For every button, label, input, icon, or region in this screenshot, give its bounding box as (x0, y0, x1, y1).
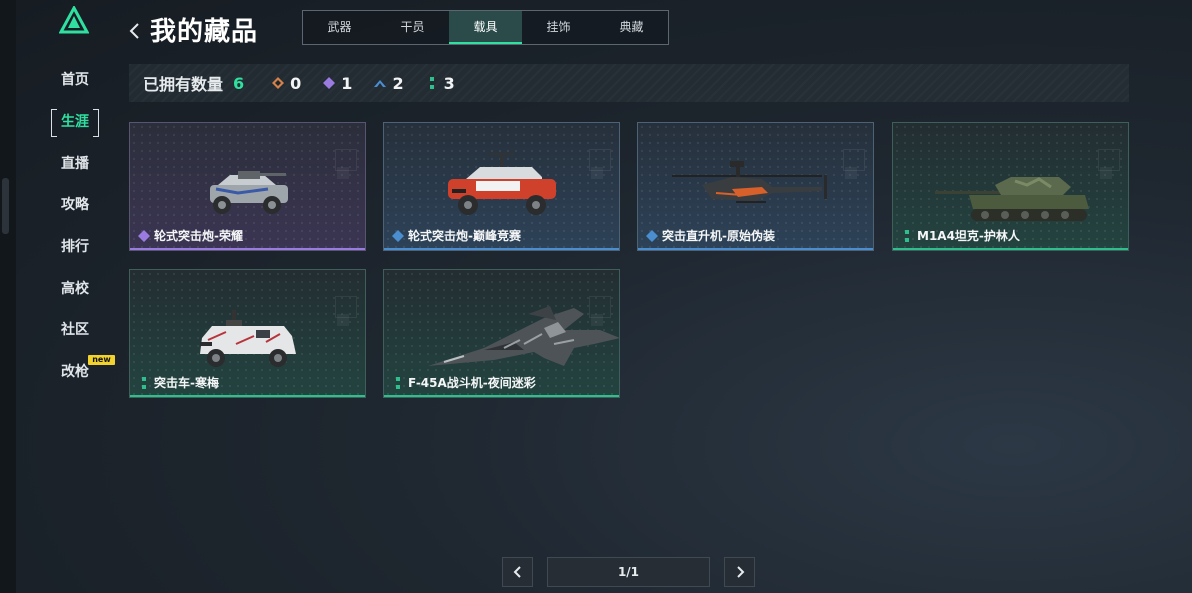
new-badge: new (88, 355, 115, 365)
prev-page-button[interactable] (502, 557, 533, 587)
edge-handle[interactable] (2, 178, 9, 234)
rarity-count: 3 (443, 73, 455, 93)
purple-diamond-icon (138, 230, 150, 242)
chevron-left-icon (513, 566, 521, 578)
sidebar-item-campus[interactable]: 高校 (52, 277, 98, 301)
rarity-count: 0 (290, 73, 302, 93)
tab-vehicles[interactable]: 载具 (449, 11, 522, 44)
armored-car-image (200, 310, 296, 367)
sidebar-item-guides[interactable]: 攻略 (52, 193, 98, 217)
tab-collection[interactable]: 典藏 (595, 11, 668, 44)
rarity-orange-count: 0 (272, 74, 301, 93)
tab-weapons[interactable]: 武器 (303, 11, 376, 44)
page-title: 我的藏品 (150, 17, 259, 47)
fighter-jet-image (428, 306, 619, 366)
tank-image (935, 177, 1089, 221)
owned-label: 已拥有数量 (143, 75, 224, 94)
vehicle-card[interactable]: M1A4坦克-护林人 (892, 122, 1129, 251)
purple-diamond-icon (323, 77, 336, 89)
vehicle-name: 轮式突击炮-荣耀 (154, 229, 243, 243)
blue-diamond-icon (392, 230, 404, 242)
sidebar-item-career[interactable]: 生涯 (51, 109, 99, 137)
vehicle-card[interactable]: 轮式突击炮-巅峰竞赛 (383, 122, 620, 251)
blue-chevron-icon (374, 80, 387, 87)
tab-operators[interactable]: 干员 (376, 11, 449, 44)
vehicle-card[interactable]: F-45A战斗机-夜间迷彩 (383, 269, 620, 398)
rarity-count: 1 (341, 73, 353, 93)
back-chevron-icon[interactable] (128, 20, 142, 42)
teal-dots-icon (429, 77, 434, 89)
wheeled-assault-gun-image (210, 171, 288, 214)
app-logo-icon[interactable] (59, 6, 89, 34)
teal-dots-icon (396, 377, 400, 389)
vehicle-name: F-45A战斗机-夜间迷彩 (408, 376, 536, 390)
wheeled-assault-gun-image (448, 153, 556, 215)
teal-dots-icon (142, 377, 146, 389)
vehicle-card[interactable]: 突击车-寒梅 (129, 269, 366, 398)
blue-diamond-icon (646, 230, 658, 242)
vehicle-name: 突击直升机-原始伪装 (662, 229, 775, 243)
page-indicator: 1/1 (547, 557, 710, 587)
rarity-teal-count: 3 (426, 74, 455, 93)
rarity-purple-count: 1 (323, 74, 352, 93)
left-edge-strip (0, 0, 16, 593)
owned-total: 6 (233, 73, 245, 93)
vehicle-card[interactable]: 轮式突击炮-荣耀 (129, 122, 366, 251)
sidebar-item-live[interactable]: 直播 (52, 152, 98, 176)
vehicle-name: 轮式突击炮-巅峰竞赛 (408, 229, 521, 243)
rarity-blue-count: 2 (374, 73, 404, 93)
vehicle-card[interactable]: 突击直升机-原始伪装 (637, 122, 874, 251)
tab-charms[interactable]: 挂饰 (522, 11, 595, 44)
next-page-button[interactable] (724, 557, 755, 587)
sidebar-item-ranking[interactable]: 排行 (52, 235, 98, 259)
sidebar-item-home[interactable]: 首页 (52, 68, 98, 92)
attack-helicopter-image (672, 161, 827, 203)
sidebar-item-community[interactable]: 社区 (52, 318, 98, 342)
rarity-count: 2 (392, 73, 404, 93)
orange-diamond-icon (272, 77, 285, 89)
category-tabs: 武器 干员 载具 挂饰 典藏 (302, 10, 669, 45)
sidebar: 首页 生涯 直播 攻略 排行 高校 社区 改枪 new (16, 0, 131, 593)
chevron-right-icon (736, 566, 744, 578)
vehicle-name: M1A4坦克-护林人 (917, 229, 1020, 243)
vehicle-name: 突击车-寒梅 (154, 376, 219, 390)
teal-dots-icon (905, 230, 909, 242)
owned-count-bar: 已拥有数量 6 0 1 2 3 (129, 64, 1129, 102)
